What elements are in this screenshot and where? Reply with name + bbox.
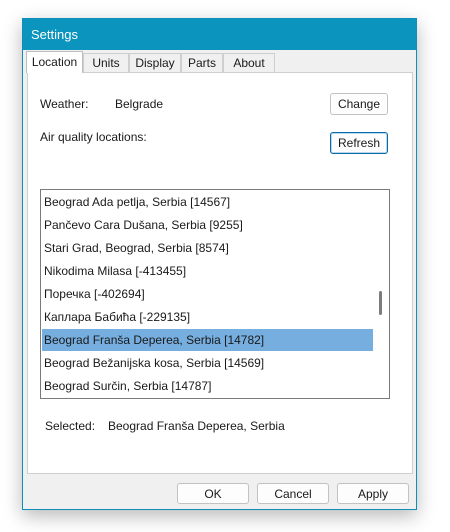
apply-button[interactable]: Apply [337,483,409,504]
window-title: Settings [31,27,78,42]
list-item[interactable]: Каплара Бабића [-229135] [42,306,373,328]
ok-button[interactable]: OK [177,483,249,504]
list-item[interactable]: Beograd Bežanijska kosa, Serbia [14569] [42,352,373,374]
list-item[interactable]: Nikodima Milasa [-413455] [42,260,373,282]
weather-label: Weather: [40,97,89,111]
tab-strip: Location Units Display Parts About [26,51,416,73]
list-item[interactable]: Beograd Ada petlja, Serbia [14567] [42,191,373,213]
air-quality-label: Air quality locations: [40,130,147,144]
tab-parts[interactable]: Parts [181,53,223,72]
dialog-footer: OK Cancel Apply [23,477,416,509]
tab-about[interactable]: About [223,53,275,72]
air-quality-listbox[interactable]: Beograd Ada petlja, Serbia [14567] Pančev… [40,189,390,399]
list-item[interactable]: Stari Grad, Beograd, Serbia [8574] [42,237,373,259]
scrollbar-thumb[interactable] [379,291,382,315]
tab-units[interactable]: Units [83,53,129,72]
cancel-button[interactable]: Cancel [257,483,329,504]
list-item[interactable]: Beograd Surčin, Serbia [14787] [42,375,373,397]
tab-display[interactable]: Display [129,53,181,72]
selected-value: Beograd Franša Deperea, Serbia [108,419,285,433]
weather-value: Belgrade [115,97,164,111]
list-item[interactable]: Beograd Franša Deperea, Serbia [14782] [42,329,373,351]
settings-window: Settings Location Units Display Parts Ab… [22,18,417,510]
list-item[interactable]: Pančevo Cara Dušana, Serbia [9255] [42,214,373,236]
change-button[interactable]: Change [330,93,388,115]
refresh-button[interactable]: Refresh [330,132,388,154]
location-panel: Weather: Belgrade Change Air quality loc… [27,72,413,474]
list-scrollbar[interactable] [374,191,388,397]
selected-label: Selected: [45,419,96,433]
list-item[interactable]: Поречка [-402694] [42,283,373,305]
tab-location[interactable]: Location [26,51,83,73]
title-bar[interactable]: Settings [23,19,416,50]
